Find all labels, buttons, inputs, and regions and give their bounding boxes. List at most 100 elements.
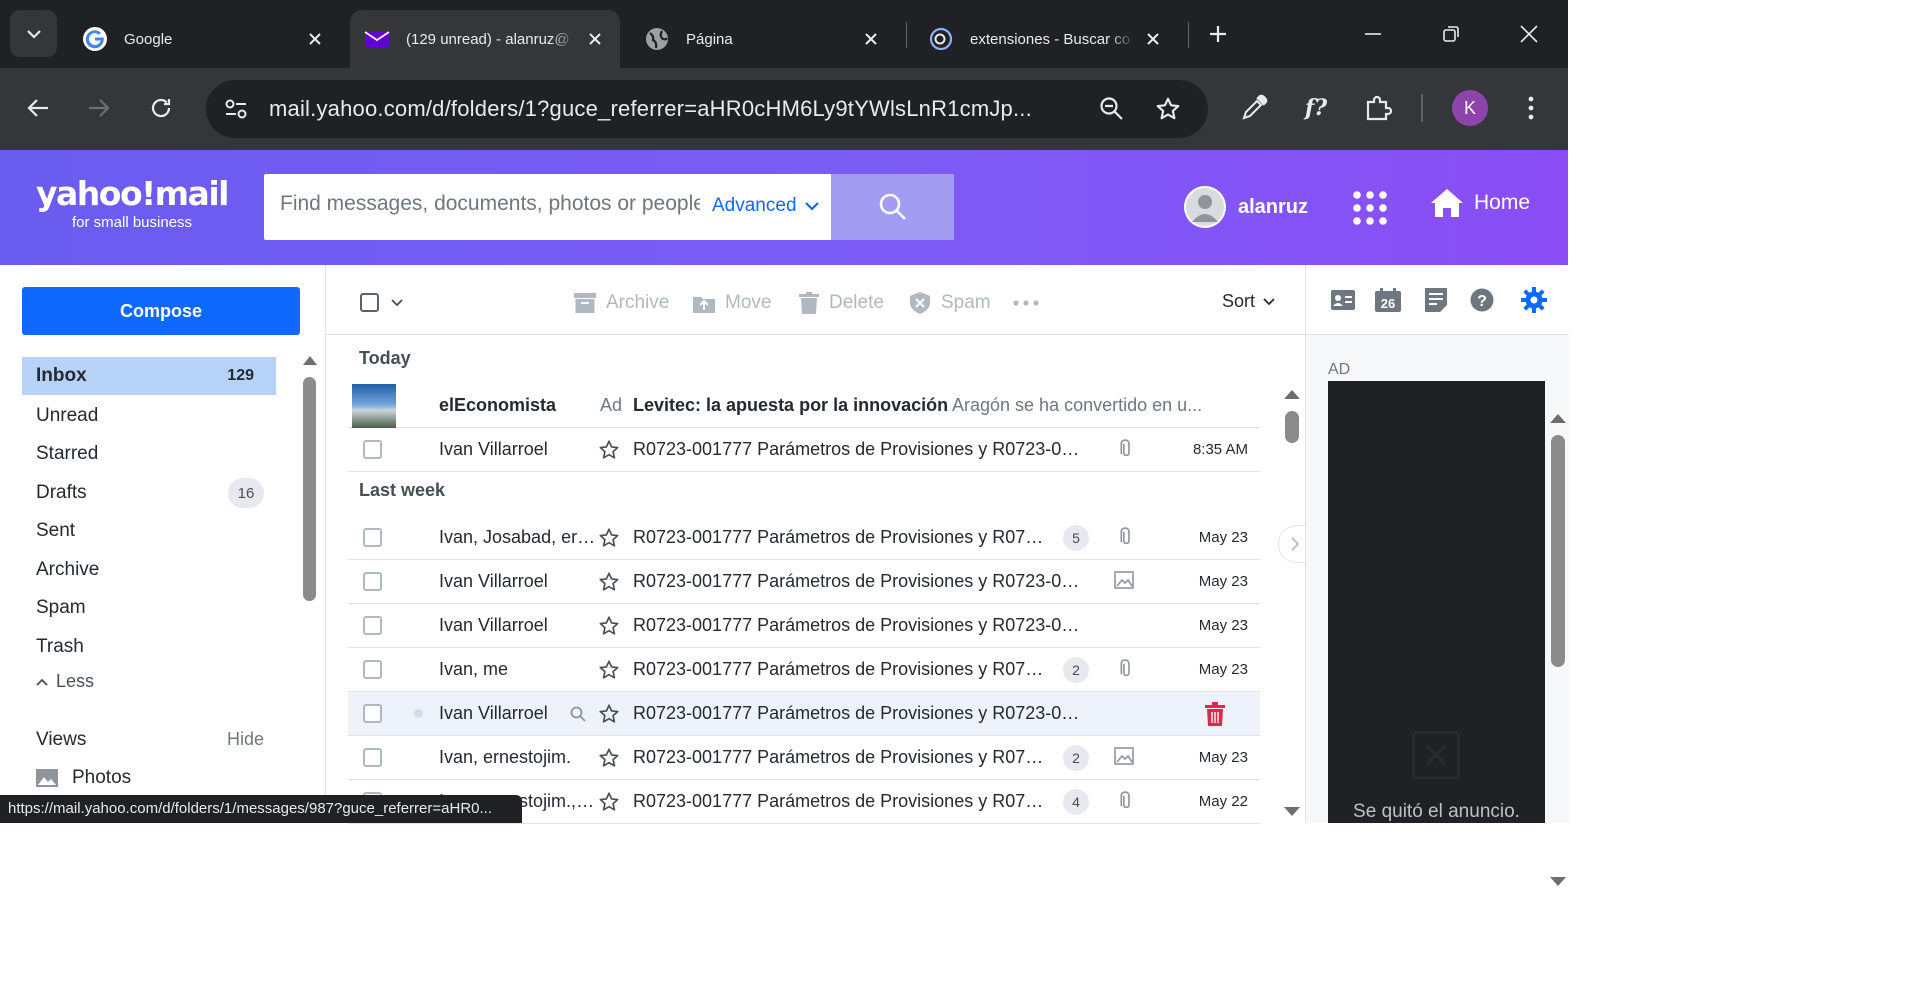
tab-google[interactable]: Google xyxy=(68,10,340,68)
message-list-scrollbar[interactable] xyxy=(1282,383,1302,823)
folder-drafts[interactable]: Drafts 16 xyxy=(22,474,276,512)
scroll-down-arrow-icon[interactable] xyxy=(1284,807,1300,817)
site-settings-icon[interactable] xyxy=(218,91,254,127)
star-icon[interactable] xyxy=(598,703,620,725)
delete-button[interactable]: Delete xyxy=(799,292,884,314)
star-icon[interactable] xyxy=(598,747,620,769)
close-tab-icon[interactable] xyxy=(304,28,326,50)
star-icon[interactable] xyxy=(598,571,620,593)
star-icon[interactable] xyxy=(598,439,620,461)
reload-button[interactable] xyxy=(141,88,181,128)
message-row[interactable]: Ivan Villarroel R0723-001777 Parámetros … xyxy=(348,428,1260,472)
message-row[interactable]: Ivan, me R0723-001777 Parámetros de Prov… xyxy=(348,648,1260,692)
home-label: Home xyxy=(1474,191,1531,214)
tab-pagina[interactable]: Página xyxy=(630,10,896,68)
home-icon xyxy=(1431,189,1463,217)
message-checkbox[interactable] xyxy=(363,704,382,723)
message-row[interactable]: Ivan Villarroel R0723-001777 Parámetros … xyxy=(348,604,1260,648)
profile-avatar[interactable]: K xyxy=(1452,90,1488,126)
folder-spam[interactable]: Spam xyxy=(22,589,276,627)
select-menu-chevron-icon[interactable] xyxy=(391,299,403,307)
mark-unread-dot[interactable] xyxy=(414,709,423,718)
browser-menu-button[interactable] xyxy=(1511,88,1551,128)
message-checkbox[interactable] xyxy=(363,440,382,459)
sponsored-message-row[interactable]: elEconomista Ad Levitec: la apuesta por … xyxy=(348,384,1260,428)
close-tab-icon[interactable] xyxy=(860,28,882,50)
right-rail-scrollbar[interactable] xyxy=(1547,405,1569,893)
right-rail-scroll-thumb[interactable] xyxy=(1551,435,1565,667)
star-icon[interactable] xyxy=(598,791,620,813)
new-tab-button[interactable] xyxy=(1198,14,1238,54)
search-input[interactable] xyxy=(280,192,700,216)
sort-button[interactable]: Sort xyxy=(1222,291,1275,312)
message-checkbox[interactable] xyxy=(363,616,382,635)
sidebar-scrollbar[interactable] xyxy=(300,353,320,823)
address-bar[interactable]: mail.yahoo.com/d/folders/1?guce_referrer… xyxy=(206,80,1208,138)
extensions-button[interactable] xyxy=(1358,88,1398,128)
search-button[interactable] xyxy=(831,174,954,240)
zoom-icon[interactable] xyxy=(1094,91,1130,127)
message-row[interactable]: Ivan Villarroel R0723-001777 Parámetros … xyxy=(348,560,1260,604)
settings-gear-icon[interactable] xyxy=(1521,287,1547,313)
advanced-search-button[interactable]: Advanced xyxy=(712,195,819,217)
eyedropper-icon xyxy=(1242,94,1268,120)
bookmark-star-icon[interactable] xyxy=(1150,91,1186,127)
color-picker-extension[interactable] xyxy=(1234,88,1274,128)
forward-button[interactable] xyxy=(79,88,119,128)
restore-button[interactable] xyxy=(1431,14,1471,54)
message-checkbox[interactable] xyxy=(363,748,382,767)
scroll-up-arrow-icon[interactable] xyxy=(303,355,317,365)
spam-button[interactable]: Spam xyxy=(909,292,991,314)
scroll-down-arrow-icon[interactable] xyxy=(1550,877,1566,887)
calendar-icon[interactable]: 26 xyxy=(1375,287,1401,313)
view-photos[interactable]: Photos xyxy=(36,767,131,789)
yahoo-mail-logo[interactable]: yahoo!mail for small business xyxy=(36,174,229,232)
search-field[interactable]: Advanced xyxy=(264,174,831,240)
sidebar-scroll-thumb[interactable] xyxy=(303,377,316,601)
image-icon xyxy=(1114,571,1134,589)
archive-button[interactable]: Archive xyxy=(574,292,669,314)
star-icon[interactable] xyxy=(598,527,620,549)
help-icon[interactable]: ? xyxy=(1469,287,1495,313)
message-checkbox[interactable] xyxy=(363,528,382,547)
folder-unread[interactable]: Unread xyxy=(22,397,276,435)
scroll-up-arrow-icon[interactable] xyxy=(1284,389,1300,399)
message-checkbox[interactable] xyxy=(363,572,382,591)
message-row-hovered[interactable]: Ivan Villarroel R0723-001777 Parámetros … xyxy=(348,692,1260,736)
close-window-button[interactable] xyxy=(1509,14,1549,54)
folder-starred[interactable]: Starred xyxy=(22,435,276,473)
font-identifier-extension[interactable]: f? xyxy=(1296,88,1336,128)
url-text[interactable]: mail.yahoo.com/d/folders/1?guce_referrer… xyxy=(269,96,1077,122)
star-icon[interactable] xyxy=(598,659,620,681)
tab-extensiones[interactable]: extensiones - Buscar co xyxy=(914,10,1178,68)
delete-message-icon[interactable] xyxy=(1204,702,1226,726)
minimize-button[interactable] xyxy=(1353,14,1393,54)
notepad-icon[interactable] xyxy=(1423,287,1449,313)
message-list-scroll-thumb[interactable] xyxy=(1285,411,1299,443)
message-row[interactable]: Ivan, Josabad, ern... R0723-001777 Parám… xyxy=(348,516,1260,560)
search-sender-icon[interactable] xyxy=(570,706,586,722)
folder-inbox[interactable]: Inbox 129 xyxy=(22,357,276,395)
move-button[interactable]: Move xyxy=(693,292,771,314)
star-icon[interactable] xyxy=(598,615,620,637)
back-button[interactable] xyxy=(18,88,58,128)
folder-trash[interactable]: Trash xyxy=(22,628,276,666)
folder-archive[interactable]: Archive xyxy=(22,551,276,589)
tab-yahoo-mail[interactable]: (129 unread) - alanruz@ xyxy=(350,10,620,68)
message-row[interactable]: Ivan, ernestojim. R0723-001777 Parámetro… xyxy=(348,736,1260,780)
folder-sent[interactable]: Sent xyxy=(22,512,276,550)
scroll-up-arrow-icon[interactable] xyxy=(1550,413,1566,423)
tab-search-button[interactable] xyxy=(10,10,57,57)
close-tab-icon[interactable] xyxy=(584,28,606,50)
less-toggle[interactable]: Less xyxy=(36,671,94,692)
hide-views-link[interactable]: Hide xyxy=(227,729,264,751)
home-link[interactable]: Home xyxy=(1430,188,1530,218)
apps-grid-icon[interactable] xyxy=(1352,190,1388,226)
message-checkbox[interactable] xyxy=(363,660,382,679)
more-actions-icon[interactable] xyxy=(1013,300,1039,306)
compose-button[interactable]: Compose xyxy=(22,287,300,335)
account-menu[interactable]: alanruz xyxy=(1184,186,1308,228)
close-tab-icon[interactable] xyxy=(1142,28,1164,50)
select-all-checkbox[interactable] xyxy=(360,293,379,312)
contacts-icon[interactable] xyxy=(1330,287,1356,313)
